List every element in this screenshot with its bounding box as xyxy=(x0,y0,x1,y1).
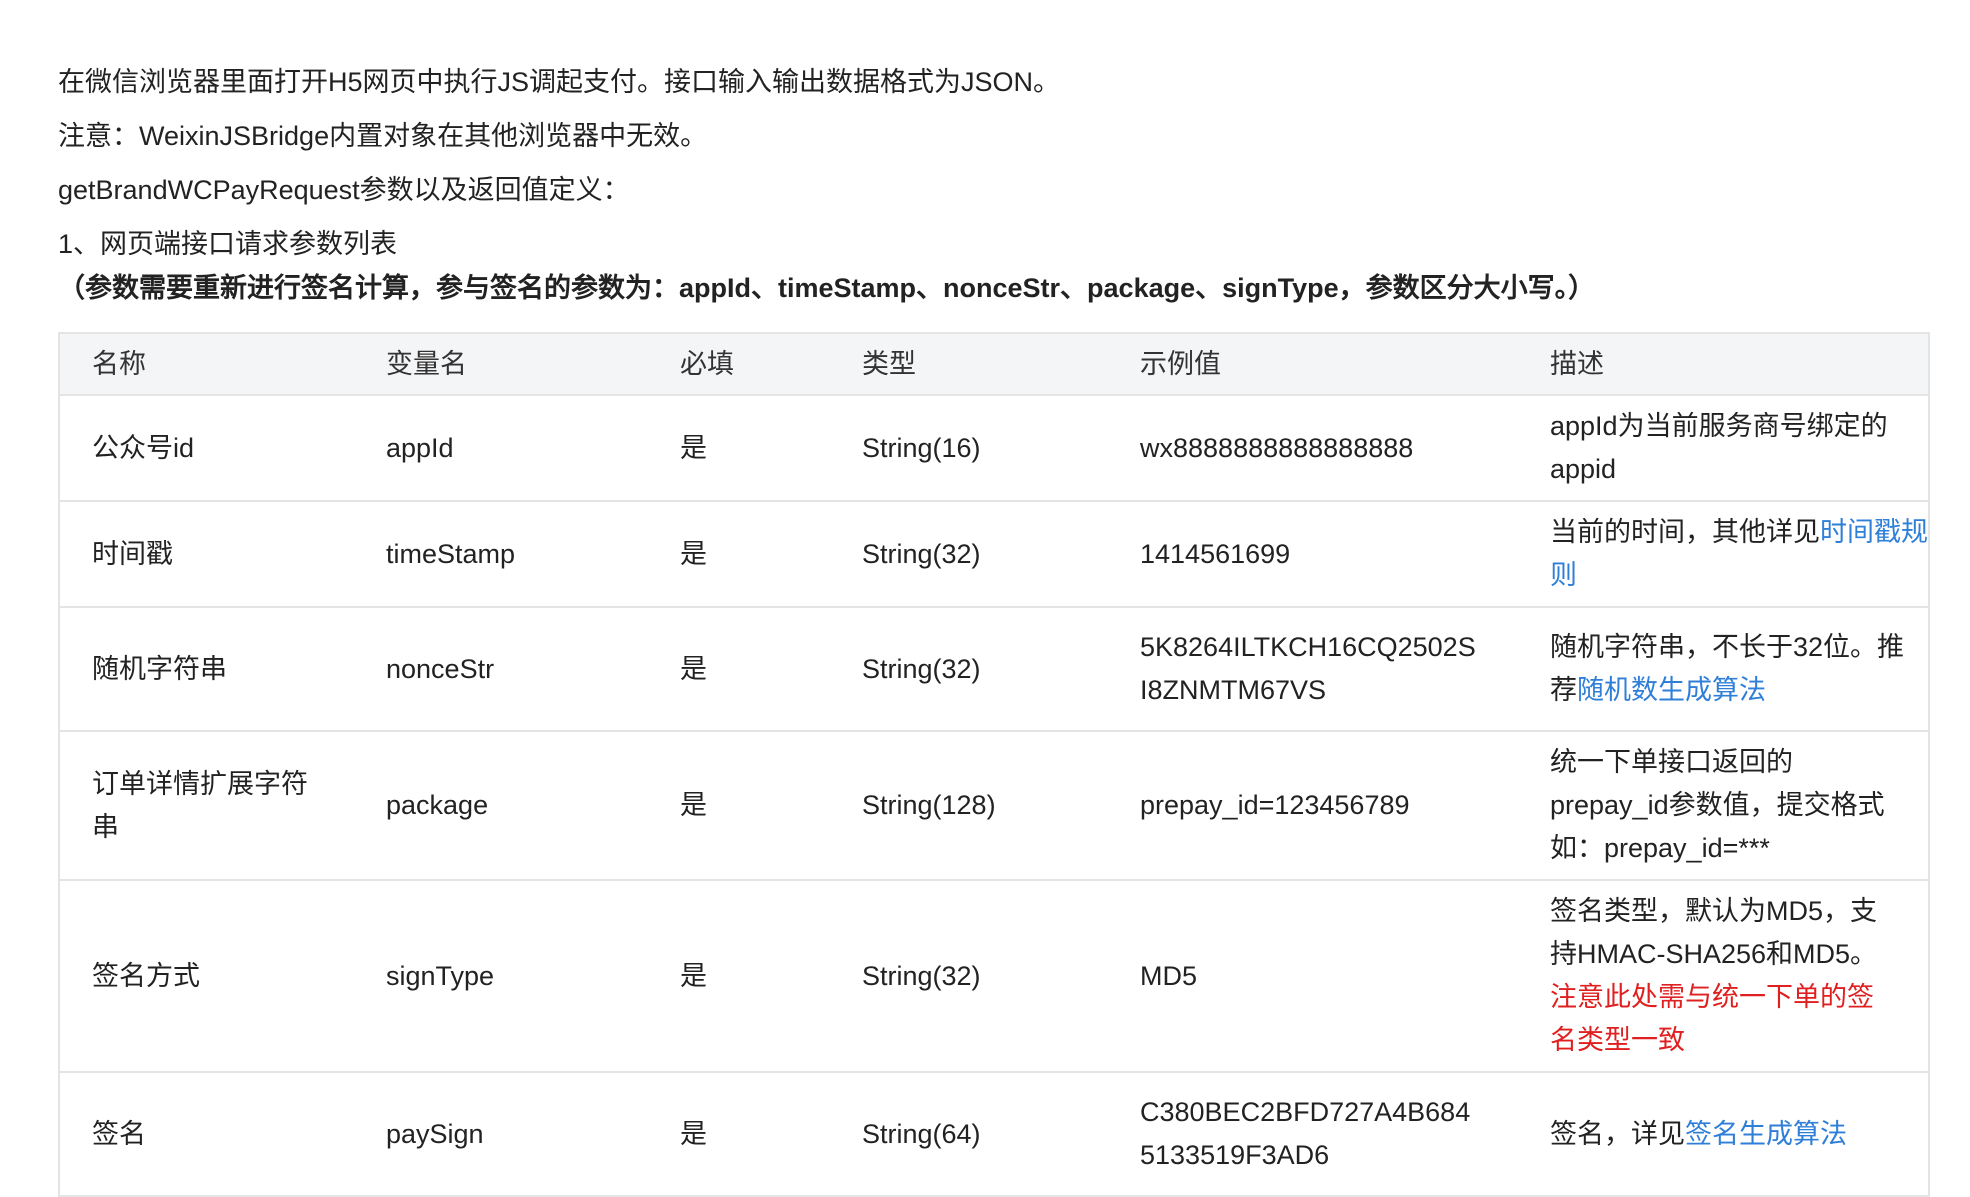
header-type: 类型 xyxy=(830,332,1108,395)
cell-required: 是 xyxy=(648,394,830,501)
cell-desc: 随机字符串，不长于32位。推荐随机数生成算法 xyxy=(1518,606,1929,731)
cell-desc: 签名类型，默认为MD5，支持HMAC-SHA256和MD5。注意此处需与统一下单… xyxy=(1518,879,1929,1072)
header-name: 名称 xyxy=(59,332,354,395)
table-header-row: 名称 变量名 必填 类型 示例值 描述 xyxy=(59,332,1929,395)
desc-text: 统一下单接口返回的prepay_id参数值，提交格式如：prepay_id=**… xyxy=(1550,747,1885,863)
cell-example: wx8888888888888888 xyxy=(1108,394,1518,501)
desc-text: 签名类型，默认为MD5，支持HMAC-SHA256和MD5。 xyxy=(1550,896,1878,969)
sign-algorithm-link[interactable]: 签名生成算法 xyxy=(1685,1119,1847,1149)
cell-desc: 统一下单接口返回的prepay_id参数值，提交格式如：prepay_id=**… xyxy=(1518,730,1929,880)
header-example: 示例值 xyxy=(1108,332,1518,395)
cell-var: nonceStr xyxy=(354,606,648,731)
desc-text: 当前的时间，其他详见 xyxy=(1550,517,1820,547)
header-var: 变量名 xyxy=(354,332,648,395)
cell-type: String(32) xyxy=(830,879,1108,1072)
cell-name: 签名方式 xyxy=(59,879,354,1072)
table-row: 订单详情扩展字符串 package 是 String(128) prepay_i… xyxy=(59,730,1929,880)
cell-var: timeStamp xyxy=(354,500,648,607)
table-row: 时间戳 timeStamp 是 String(32) 1414561699 当前… xyxy=(59,500,1929,607)
header-required: 必填 xyxy=(648,332,830,395)
cell-type: String(32) xyxy=(830,606,1108,731)
cell-var: signType xyxy=(354,879,648,1072)
cell-desc: 签名，详见签名生成算法 xyxy=(1518,1071,1929,1196)
cell-var: package xyxy=(354,730,648,880)
cell-example: 1414561699 xyxy=(1108,500,1518,607)
cell-var: paySign xyxy=(354,1071,648,1196)
intro-line-3: getBrandWCPayRequest参数以及返回值定义： xyxy=(58,175,630,205)
cell-name: 订单详情扩展字符串 xyxy=(59,730,354,880)
intro-line-4: 1、网页端接口请求参数列表 （参数需要重新进行签名计算，参与签名的参数为：appI… xyxy=(58,222,1930,310)
cell-type: String(16) xyxy=(830,394,1108,501)
sign-type-warning: 注意此处需与统一下单的签名类型一致 xyxy=(1550,982,1874,1055)
table-row: 签名方式 signType 是 String(32) MD5 签名类型，默认为M… xyxy=(59,879,1929,1072)
cell-type: String(128) xyxy=(830,730,1108,880)
cell-example: prepay_id=123456789 xyxy=(1108,730,1518,880)
cell-name: 公众号id xyxy=(59,394,354,501)
cell-var: appId xyxy=(354,394,648,501)
intro-line-4-note: （参数需要重新进行签名计算，参与签名的参数为：appId、timeStamp、n… xyxy=(58,273,1596,303)
random-algorithm-link[interactable]: 随机数生成算法 xyxy=(1577,675,1766,705)
table-row: 签名 paySign 是 String(64) C380BEC2BFD727A4… xyxy=(59,1071,1929,1196)
cell-example: MD5 xyxy=(1108,879,1518,1072)
cell-required: 是 xyxy=(648,730,830,880)
cell-type: String(64) xyxy=(830,1071,1108,1196)
cell-required: 是 xyxy=(648,879,830,1072)
cell-type: String(32) xyxy=(830,500,1108,607)
intro-line-1: 在微信浏览器里面打开H5网页中执行JS调起支付。接口输入输出数据格式为JSON。 xyxy=(58,67,1061,97)
cell-desc: appId为当前服务商号绑定的appid xyxy=(1518,394,1929,501)
header-desc: 描述 xyxy=(1518,332,1929,395)
cell-required: 是 xyxy=(648,606,830,731)
params-table: 名称 变量名 必填 类型 示例值 描述 公众号id appId 是 String… xyxy=(58,332,1930,1197)
table-row: 公众号id appId 是 String(16) wx8888888888888… xyxy=(59,394,1929,501)
cell-name: 签名 xyxy=(59,1071,354,1196)
cell-desc: 当前的时间，其他详见时间戳规则 xyxy=(1518,500,1929,607)
desc-text: 签名，详见 xyxy=(1550,1118,1685,1149)
intro-line-4-prefix: 1、网页端接口请求参数列表 xyxy=(58,229,398,259)
cell-example: 5K8264ILTKCH16CQ2502SI8ZNMTM67VS xyxy=(1108,606,1518,731)
cell-required: 是 xyxy=(648,1071,830,1196)
cell-name: 随机字符串 xyxy=(59,606,354,731)
cell-example: C380BEC2BFD727A4B6845133519F3AD6 xyxy=(1108,1071,1518,1196)
table-row: 随机字符串 nonceStr 是 String(32) 5K8264ILTKCH… xyxy=(59,606,1929,731)
intro-line-2: 注意：WeixinJSBridge内置对象在其他浏览器中无效。 xyxy=(58,121,708,151)
cell-name: 时间戳 xyxy=(59,500,354,607)
cell-required: 是 xyxy=(648,500,830,607)
desc-text: appId为当前服务商号绑定的appid xyxy=(1550,411,1888,484)
